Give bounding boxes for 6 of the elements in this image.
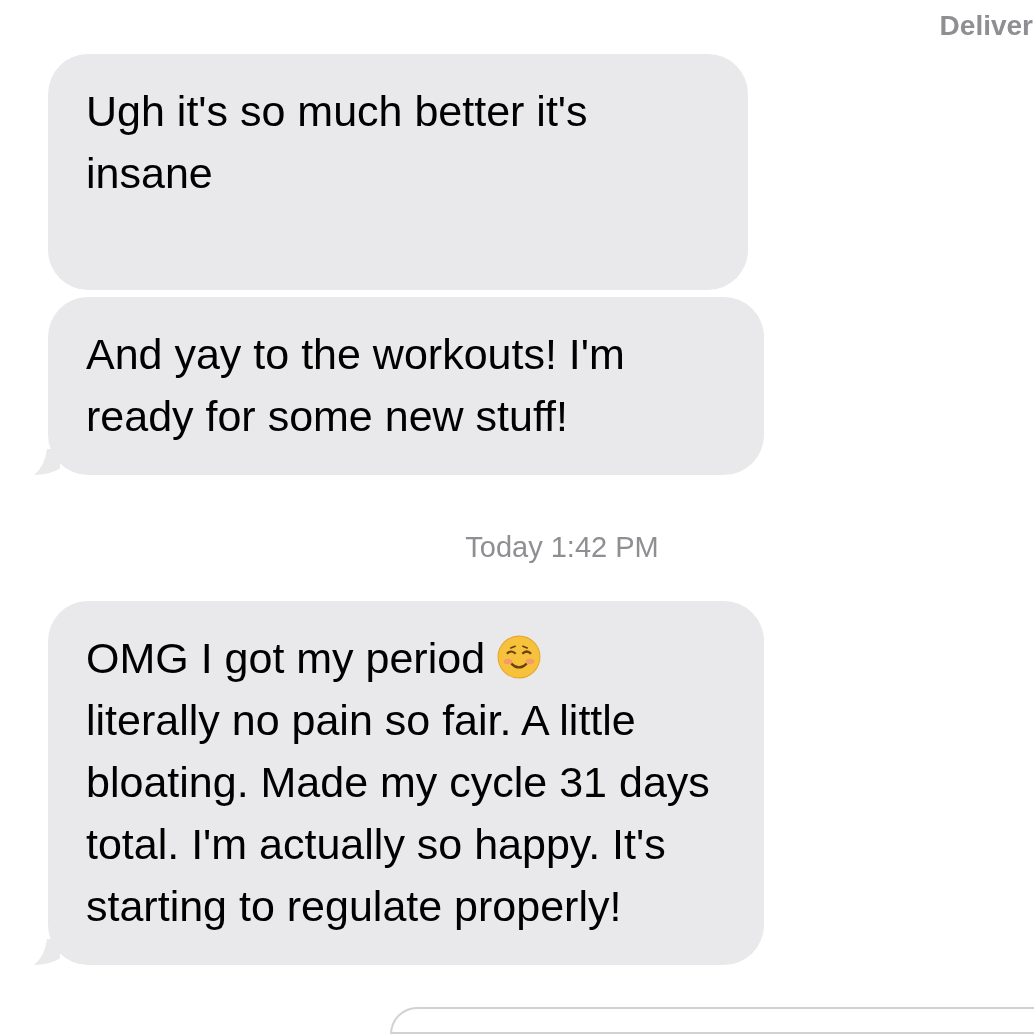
message-text: Ugh it's so much better it's insane: [86, 87, 588, 197]
message-text: OMG I got my period: [86, 634, 486, 682]
message-text: And yay to the workouts! I'm ready for some new stuff!: [86, 330, 625, 440]
timestamp: Today 1:42 PM: [465, 531, 659, 564]
message-text: literally no pain so fair. A little bloating. Made my cycle 31 days total. I'm actually so happy. It's starting to regulate properly!: [86, 695, 711, 932]
delivery-status: Deliver: [939, 10, 1033, 42]
